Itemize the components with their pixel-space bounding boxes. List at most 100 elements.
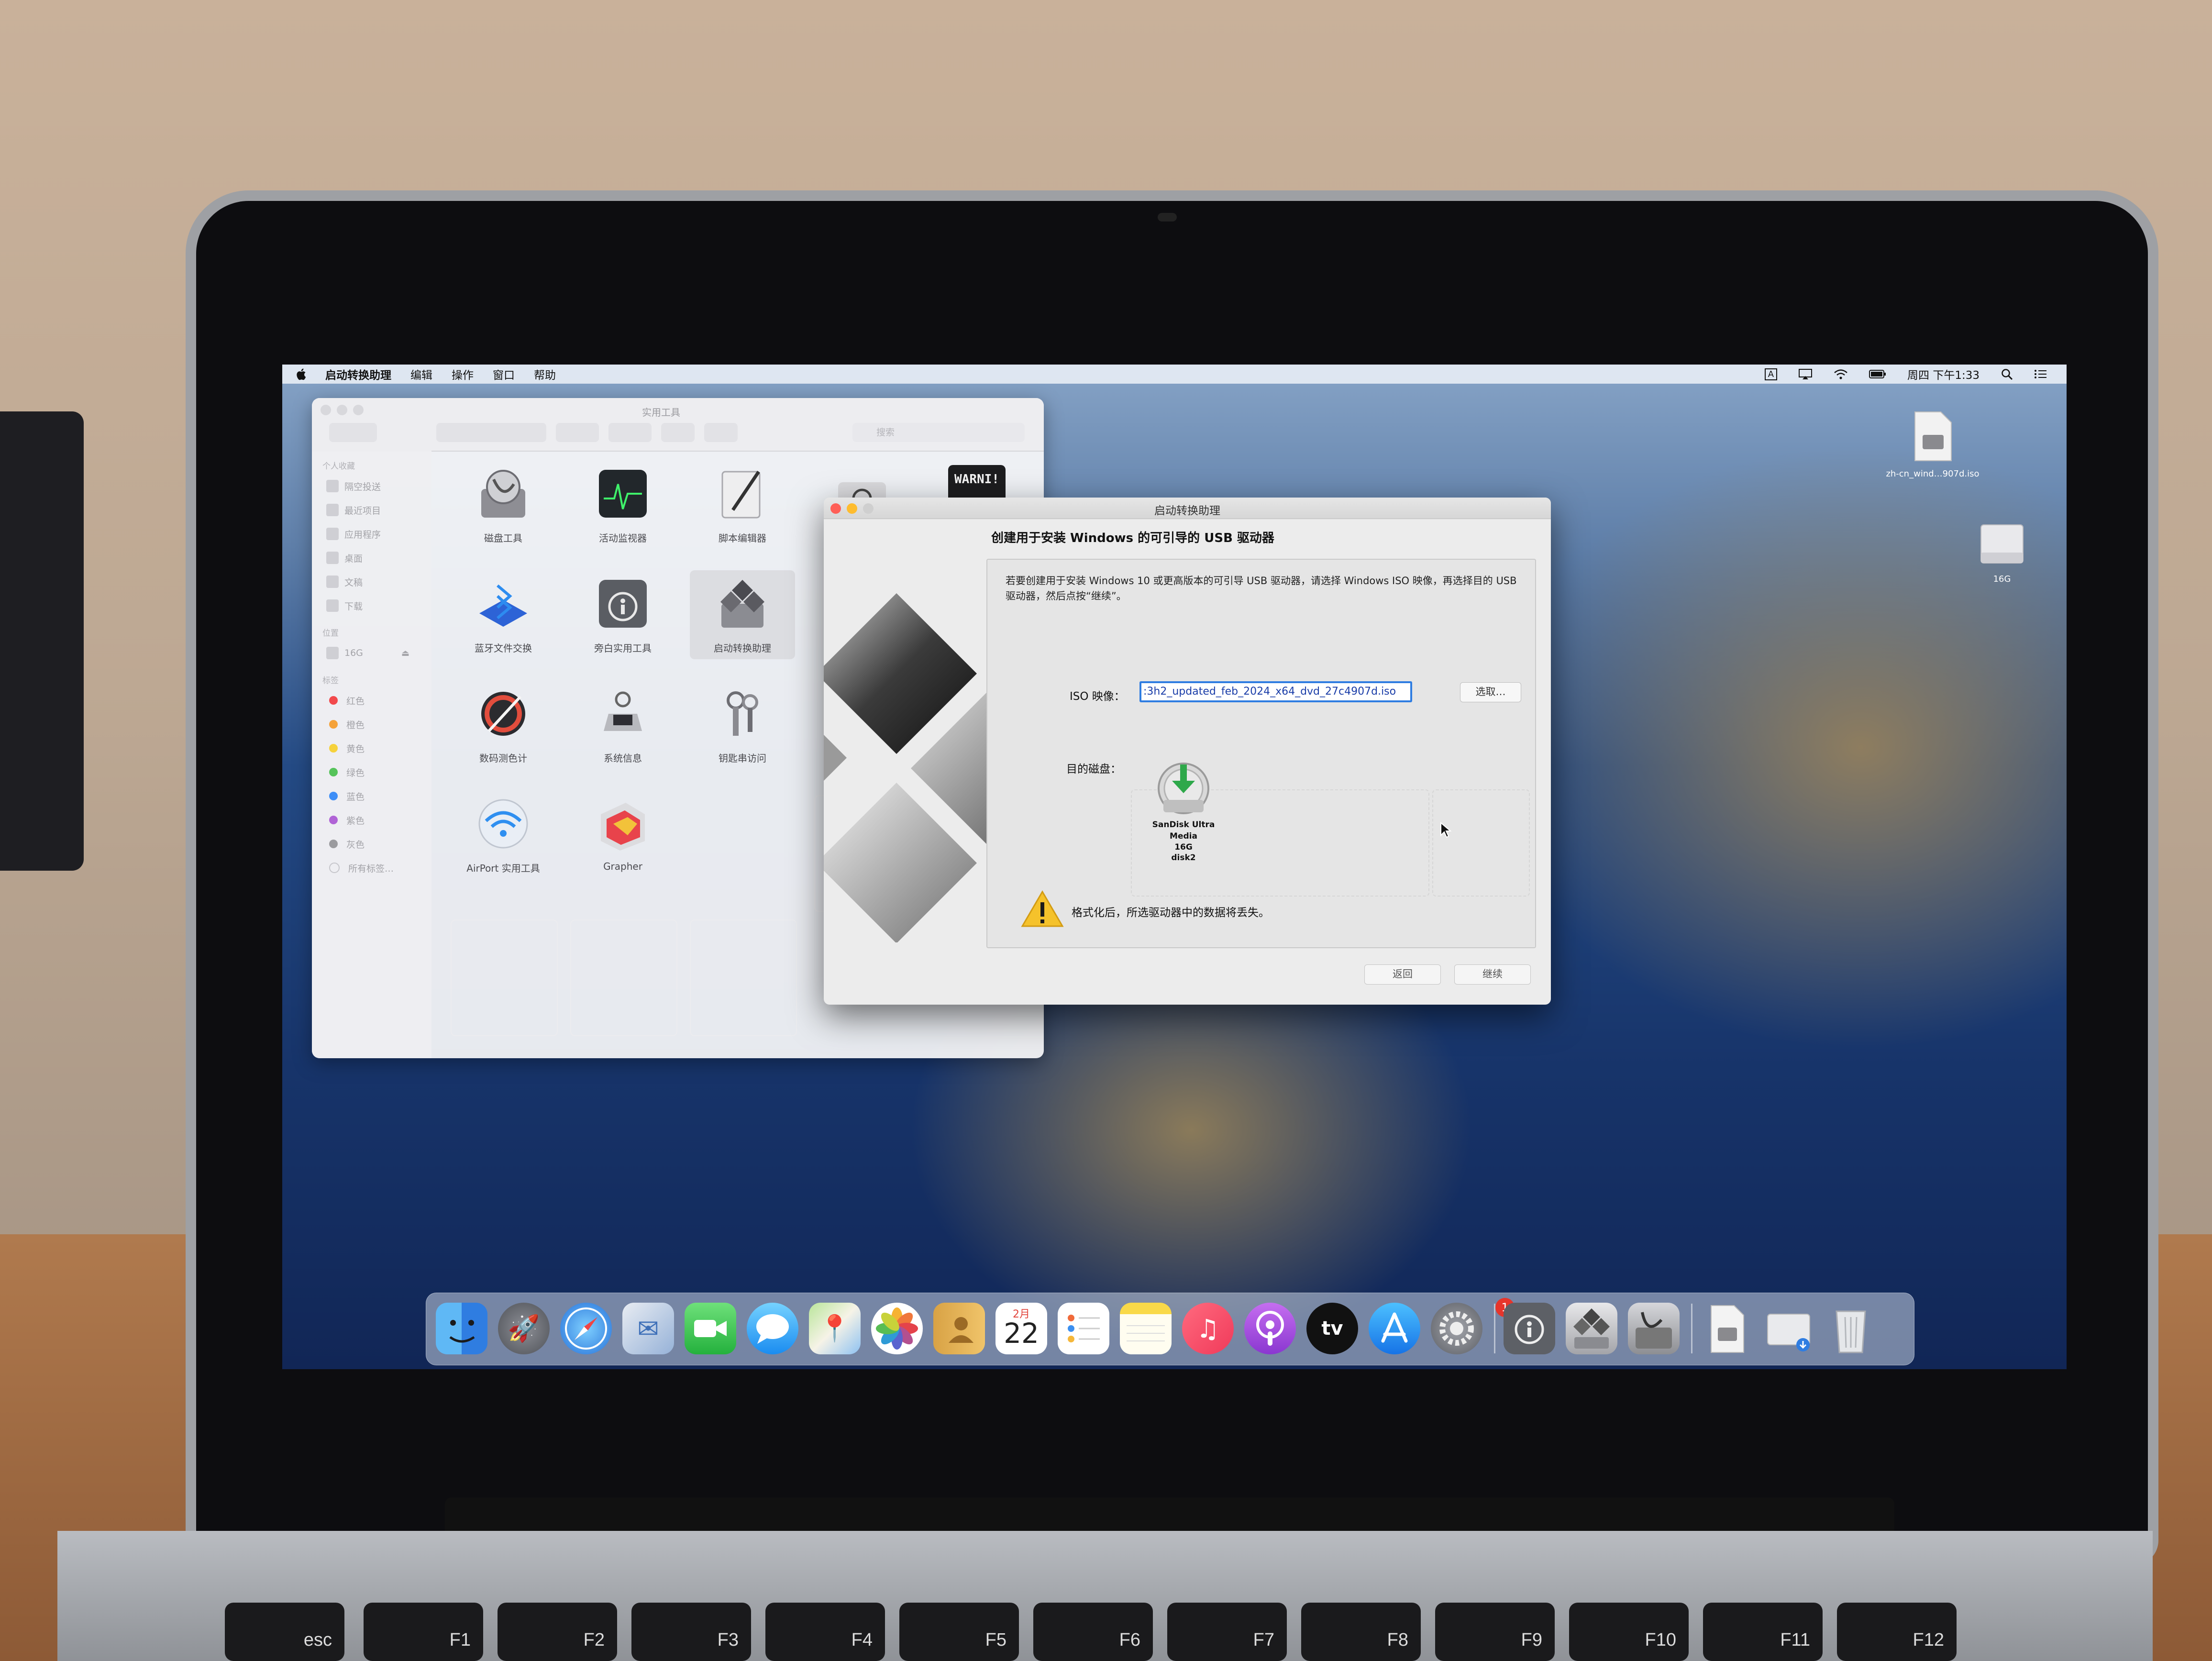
finder-share-button[interactable] [661, 423, 695, 442]
f8-key[interactable]: F8 [1301, 1603, 1421, 1661]
sidebar-item-applications[interactable]: 应用程序 [312, 522, 431, 546]
f1-key[interactable]: F1 [364, 1603, 483, 1661]
finder-group-button[interactable] [556, 423, 599, 442]
f6-key[interactable]: F6 [1033, 1603, 1153, 1661]
sidebar-tag-green[interactable]: 绿色 [312, 760, 431, 784]
finder-back-forward[interactable] [329, 423, 377, 442]
f10-key[interactable]: F10 [1569, 1603, 1689, 1661]
sidebar-tag-yellow[interactable]: 黄色 [312, 736, 431, 760]
dock-maps[interactable]: 📍 [809, 1303, 861, 1354]
dock-safari[interactable] [560, 1303, 612, 1354]
menu-edit[interactable]: 编辑 [410, 366, 432, 382]
finder-close-button[interactable] [321, 405, 331, 415]
sidebar-item-airdrop[interactable]: 隔空投送 [312, 474, 431, 498]
finder-zoom-button[interactable] [353, 405, 364, 415]
f5-key[interactable]: F5 [899, 1603, 1019, 1661]
f3-key[interactable]: F3 [631, 1603, 751, 1661]
dock-finder[interactable] [436, 1303, 487, 1354]
desktop-usb-drive[interactable]: 16G [1966, 515, 2038, 584]
app-voiceover-utility[interactable]: 旁白实用工具 [570, 575, 675, 654]
dock-photos[interactable] [871, 1303, 923, 1354]
dock-reminders[interactable] [1058, 1303, 1109, 1354]
app-keychain-access[interactable]: 钥匙串访问 [690, 685, 795, 764]
wifi-icon[interactable] [1834, 368, 1848, 380]
dock-contacts[interactable] [933, 1303, 985, 1354]
dock-calendar[interactable]: 2月 22 [995, 1303, 1047, 1354]
app-bluetooth-file-exchange[interactable]: 蓝牙文件交换 [451, 575, 556, 654]
boot-camp-icon [1573, 1308, 1610, 1349]
app-system-information[interactable]: 系统信息 [570, 685, 675, 764]
back-button[interactable]: 返回 [1364, 964, 1441, 985]
dock-app-store[interactable] [1369, 1303, 1420, 1354]
finder-view-switcher[interactable] [436, 423, 546, 442]
dock-iso-file[interactable] [1701, 1303, 1752, 1354]
choose-button[interactable]: 选取… [1460, 682, 1521, 702]
dock-notes[interactable] [1120, 1303, 1172, 1354]
finder-action-button[interactable] [608, 423, 652, 442]
app-disk-utility[interactable]: 磁盘工具 [451, 465, 556, 544]
sidebar-tag-orange[interactable]: 橙色 [312, 712, 431, 736]
f11-key[interactable]: F11 [1703, 1603, 1823, 1661]
spotlight-icon[interactable] [2001, 368, 2013, 380]
eject-icon[interactable]: ⏏ [401, 648, 409, 658]
dock-podcasts[interactable] [1244, 1303, 1296, 1354]
airplay-icon[interactable] [1798, 368, 1813, 380]
finder-minimize-button[interactable] [337, 405, 347, 415]
battery-icon[interactable] [1869, 369, 1886, 379]
dock-mail[interactable]: ✉ [622, 1303, 674, 1354]
f9-key[interactable]: F9 [1435, 1603, 1555, 1661]
sidebar-item-documents[interactable]: 文稿 [312, 570, 431, 594]
sidebar-item-desktop[interactable]: 桌面 [312, 546, 431, 570]
map-pin-icon: 📍 [818, 1313, 851, 1343]
destination-disk-item[interactable]: SanDisk Ultra Media 16G disk2 [1145, 761, 1222, 863]
dock-messages[interactable] [747, 1303, 798, 1354]
app-grapher[interactable]: Grapher [570, 795, 675, 872]
esc-key[interactable]: esc [225, 1603, 344, 1661]
apple-menu-icon[interactable] [296, 367, 308, 381]
boot-camp-window[interactable]: 启动转换助理 创建用于安装 Windows 的可引导的 USB 驱动器 若要创建… [824, 498, 1551, 1005]
desktop-iso-file[interactable]: zh-cn_wind…907d.iso [1875, 410, 1990, 479]
menu-clock[interactable]: 周四 下午1:33 [1907, 366, 1980, 382]
continue-button[interactable]: 继续 [1454, 964, 1531, 985]
dock-launchpad[interactable]: 🚀 [498, 1303, 550, 1354]
sidebar-item-recents[interactable]: 最近项目 [312, 498, 431, 522]
dock-boot-camp[interactable] [1566, 1303, 1617, 1354]
desktop-iso-file-name: zh-cn_wind…907d.iso [1886, 469, 1980, 479]
sidebar-tag-purple[interactable]: 紫色 [312, 808, 431, 832]
dock-trash[interactable] [1825, 1303, 1877, 1354]
trash-icon [1836, 1310, 1866, 1353]
dock-system-preferences[interactable] [1431, 1303, 1482, 1354]
macos-screen: 启动转换助理 编辑 操作 窗口 帮助 A 周四 下午1:33 zh-cn_win… [282, 365, 2067, 1369]
menu-help[interactable]: 帮助 [534, 366, 556, 382]
finder-tag-button[interactable] [704, 423, 738, 442]
sidebar-item-downloads[interactable]: 下载 [312, 594, 431, 618]
f12-key[interactable]: F12 [1837, 1603, 1957, 1661]
f2-key[interactable]: F2 [498, 1603, 617, 1661]
finder-search-input[interactable]: 搜索 [852, 423, 1025, 442]
dock-music[interactable]: ♫ [1182, 1303, 1234, 1354]
dock-disk-utility[interactable] [1628, 1303, 1680, 1354]
sidebar-all-tags[interactable]: 所有标签… [312, 856, 431, 880]
app-boot-camp-assistant[interactable]: 启动转换助理 [690, 570, 795, 659]
app-airport-utility[interactable]: AirPort 实用工具 [451, 795, 556, 875]
f4-key[interactable]: F4 [765, 1603, 885, 1661]
iso-image-field[interactable]: :3h2_updated_feb_2024_x64_dvd_27c4907d.i… [1139, 681, 1412, 702]
menu-app-name[interactable]: 启动转换助理 [325, 366, 391, 382]
sidebar-item-16g[interactable]: 16G ⏏ [312, 641, 431, 665]
dock-voiceover-utility[interactable] [1504, 1303, 1555, 1354]
sidebar-tag-gray[interactable]: 灰色 [312, 832, 431, 856]
podcasts-icon [1256, 1311, 1284, 1346]
app-digital-color-meter[interactable]: 数码测色计 [451, 685, 556, 764]
sidebar-tag-blue[interactable]: 蓝色 [312, 784, 431, 808]
app-activity-monitor[interactable]: 活动监视器 [570, 465, 675, 544]
dock-downloads[interactable] [1763, 1303, 1814, 1354]
dock-apple-tv[interactable]: tv [1306, 1303, 1358, 1354]
f7-key[interactable]: F7 [1167, 1603, 1287, 1661]
menu-action[interactable]: 操作 [452, 366, 474, 382]
sidebar-tag-red[interactable]: 红色 [312, 688, 431, 712]
notification-center-icon[interactable] [2034, 368, 2047, 380]
input-source-icon[interactable]: A [1764, 368, 1778, 380]
menu-window[interactable]: 窗口 [493, 366, 515, 382]
dock-facetime[interactable] [685, 1303, 736, 1354]
app-script-editor[interactable]: 脚本编辑器 [690, 465, 795, 544]
